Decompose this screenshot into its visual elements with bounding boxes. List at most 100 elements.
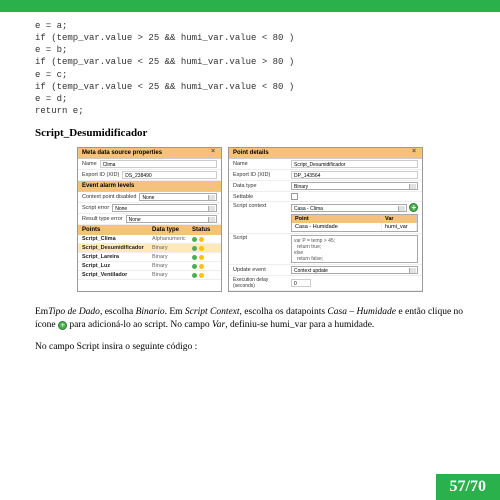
detail-name-input[interactable]: Script_Desumidificador: [291, 160, 418, 168]
page-number: 57/70: [436, 474, 500, 500]
alarm-label-2: Script error: [82, 205, 109, 211]
script-textarea[interactable]: var P = temp > 45; return true; else ret…: [291, 235, 418, 263]
meta-title: Meta data source properties: [82, 150, 162, 156]
detail-exec-row: Execution delay (seconds) 0: [229, 276, 422, 291]
alarm-title: Event alarm levels: [82, 183, 134, 189]
table-row[interactable]: Script_Luz Binary: [78, 262, 221, 271]
status-icon: [199, 273, 204, 278]
status-icon: [199, 255, 204, 260]
panels-figure: Meta data source properties Name Clima E…: [35, 147, 465, 292]
paragraph-2: No campo Script insira o seguinte código…: [35, 341, 465, 354]
panel-icons: [412, 150, 418, 158]
save-icon[interactable]: [211, 150, 217, 156]
status-icon: [192, 255, 197, 260]
detail-xid-label: Export ID (XID): [233, 172, 288, 178]
detail-name-row: Name Script_Desumidificador: [229, 159, 422, 170]
detail-update-select[interactable]: Context update: [291, 266, 418, 274]
ctx-table: Point Var Casa - Humidade humi_var: [291, 214, 418, 232]
ctx-var[interactable]: humi_var: [382, 223, 417, 231]
add-icon[interactable]: [409, 203, 418, 212]
detail-script-label: Script: [233, 235, 288, 241]
point-name: Script_Lareira: [82, 254, 152, 260]
points-title: Points: [82, 227, 152, 233]
code-block: e = a; if (temp_var.value > 25 && humi_v…: [35, 20, 465, 117]
status-icon: [192, 264, 197, 269]
detail-script-row: Script var P = temp > 45; return true; e…: [229, 234, 422, 265]
add-icon: [58, 321, 67, 330]
detail-name-label: Name: [233, 161, 288, 167]
text: , escolha: [100, 307, 136, 317]
detail-type-row: Data type Binary: [229, 181, 422, 192]
point-status: [192, 237, 217, 242]
ctx-table-row: Casa - Humidade humi_var: [292, 223, 417, 231]
text-italic: Casa – Humidade: [327, 307, 396, 317]
status-icon: [199, 237, 204, 242]
detail-exec-input[interactable]: 0: [291, 279, 311, 287]
alarm-select-1[interactable]: None: [139, 193, 217, 201]
meta-xid-input[interactable]: DS_238490: [122, 171, 217, 179]
meta-header: Meta data source properties: [78, 148, 221, 159]
detail-update-row: Update event Context update: [229, 265, 422, 276]
point-name: Script_Luz: [82, 263, 152, 269]
text: , escolha os datapoints: [240, 307, 328, 317]
detail-update-label: Update event: [233, 267, 288, 273]
text: para adicioná-lo ao script. No campo: [67, 320, 212, 330]
meta-xid-label: Export ID (XID): [82, 172, 119, 178]
ctx-select[interactable]: Casa - Clima: [291, 204, 407, 212]
alarm-row-2: Script error None: [78, 203, 221, 214]
alarm-label-1: Context point disabled: [82, 194, 136, 200]
points-col-type: Data type: [152, 227, 192, 233]
alarm-select-2[interactable]: None: [112, 204, 217, 212]
text: . Em: [165, 307, 185, 317]
table-row[interactable]: Script_Clima Alphanumeric: [78, 235, 221, 244]
point-type: Binary: [152, 263, 192, 269]
points-header: Points Data type Status: [78, 225, 221, 235]
meta-name-row: Name Clima: [78, 159, 221, 170]
detail-ctx-row: Script context Casa - Clima Point Var Ca…: [229, 202, 422, 234]
table-row[interactable]: Script_Desumidificador Binary: [78, 244, 221, 253]
point-status: [192, 264, 217, 269]
alarm-select-3[interactable]: None: [126, 215, 217, 223]
text-italic: Binario: [136, 307, 165, 317]
ctx-table-head: Point Var: [292, 215, 417, 223]
point-type: Binary: [152, 245, 192, 251]
text-italic: Script Context: [185, 307, 240, 317]
save-icon[interactable]: [412, 150, 418, 156]
meta-panel: Meta data source properties Name Clima E…: [77, 147, 222, 292]
text-italic: Tipo de Dado: [48, 307, 100, 317]
detail-exec-label: Execution delay (seconds): [233, 277, 288, 289]
detail-type-select[interactable]: Binary: [291, 182, 418, 190]
ctx-col-var: Var: [382, 215, 417, 223]
status-icon: [199, 246, 204, 251]
point-status: [192, 246, 217, 251]
meta-xid-row: Export ID (XID) DS_238490: [78, 170, 221, 181]
panel-icons: [211, 150, 217, 158]
point-type: Binary: [152, 254, 192, 260]
status-icon: [192, 246, 197, 251]
section-heading: Script_Desumidificador: [35, 127, 465, 139]
table-row[interactable]: Script_Lareira Binary: [78, 253, 221, 262]
ctx-col-point: Point: [292, 215, 382, 223]
detail-ctx-label: Script context: [233, 203, 288, 209]
points-col-status: Status: [192, 227, 217, 233]
detail-header: Point details: [229, 148, 422, 159]
point-type: Binary: [152, 272, 192, 278]
settable-checkbox[interactable]: [291, 193, 298, 200]
alarm-label-3: Result type error: [82, 216, 123, 222]
alarm-row-1: Context point disabled None: [78, 192, 221, 203]
status-icon: [199, 264, 204, 269]
table-row[interactable]: Script_Ventilador Binary: [78, 271, 221, 280]
text-italic: Var: [212, 320, 225, 330]
detail-xid-row: Export ID (XID) DP_143564: [229, 170, 422, 181]
detail-xid-input[interactable]: DP_143564: [291, 171, 418, 179]
detail-panel: Point details Name Script_Desumidificado…: [228, 147, 423, 292]
point-status: [192, 255, 217, 260]
point-name: Script_Ventilador: [82, 272, 152, 278]
point-type: Alphanumeric: [152, 236, 192, 242]
meta-name-input[interactable]: Clima: [100, 160, 217, 168]
page-content: e = a; if (temp_var.value > 25 && humi_v…: [0, 12, 500, 354]
paragraph-1: EmTipo de Dado, escolha Binario. Em Scri…: [35, 306, 465, 333]
alarm-row-3: Result type error None: [78, 214, 221, 225]
status-icon: [192, 273, 197, 278]
alarm-header: Event alarm levels: [78, 181, 221, 192]
